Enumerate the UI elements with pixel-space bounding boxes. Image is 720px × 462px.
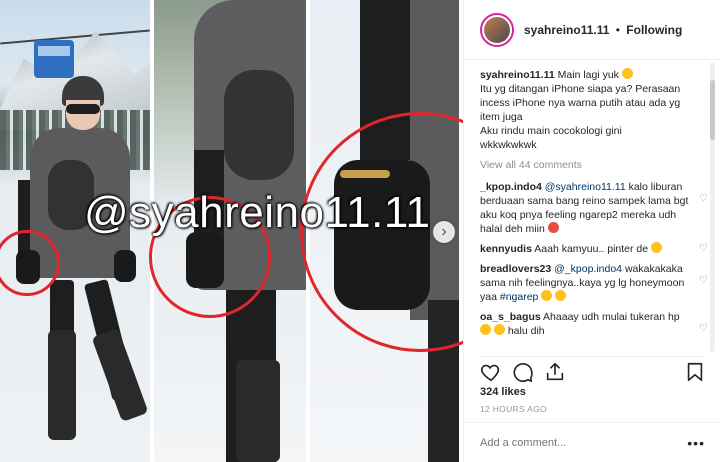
scrollbar-thumb[interactable]	[710, 80, 715, 140]
following-button[interactable]: Following	[626, 23, 682, 37]
action-bar	[480, 356, 706, 384]
comment-icon[interactable]	[512, 361, 534, 383]
like-comment-heart-icon[interactable]: ♡	[699, 322, 708, 336]
comment-item: kennyudis Aaah kamyuu.. pinter de ♡	[480, 242, 708, 256]
avatar[interactable]	[480, 12, 514, 47]
like-comment-heart-icon[interactable]: ♡	[699, 274, 708, 288]
comment-text: Aaah kamyuu.. pinter de	[534, 243, 649, 255]
caption-username[interactable]: syahreino11.11	[480, 69, 555, 81]
header-username[interactable]: syahreino11.11	[524, 23, 609, 37]
comment-username[interactable]: kennyudis	[480, 243, 532, 255]
grin-emoji-icon	[493, 324, 505, 335]
heart-icon[interactable]	[480, 361, 502, 383]
post-sidebar: syahreino11.11 • Following syahreino11.1…	[463, 0, 720, 462]
like-comment-heart-icon[interactable]: ♡	[699, 192, 708, 206]
heart-eyes-emoji-icon	[547, 222, 559, 233]
comments-list: syahreino11.11 Main lagi yuk Itu yg dita…	[480, 68, 708, 350]
post-timestamp: 12 HOURS AGO	[480, 404, 547, 414]
comment-username[interactable]: breadlovers23	[480, 263, 551, 275]
view-all-comments-link[interactable]: View all 44 comments	[480, 158, 708, 172]
comment-username[interactable]: _kpop.indo4	[480, 181, 542, 193]
photo-watermark: @syahreino11.11	[84, 188, 431, 237]
caption-text: incess iPhone nya warna putih atau ada y…	[480, 97, 681, 109]
caption-text: Main lagi yuk	[557, 69, 619, 81]
post-photo[interactable]: @syahreino11.11 ›	[0, 0, 463, 462]
chevron-right-icon: ›	[441, 223, 447, 240]
comment-hashtag[interactable]: #ngarep	[500, 291, 539, 303]
caption-text: wkkwkwkwk	[480, 139, 537, 151]
post-header: syahreino11.11 • Following	[464, 0, 720, 60]
comment-item: oa_s_bagus Ahaaay udh mulai tukeran hp h…	[480, 310, 708, 338]
laughing-emoji-icon	[621, 68, 633, 79]
add-comment-input[interactable]	[480, 436, 688, 449]
comment-item: breadlovers23 @_kpop.indo4 wakakakaka sa…	[480, 262, 708, 304]
tongue-emoji-icon	[651, 242, 663, 253]
comment-text: Ahaaay udh mulai tukeran hp	[543, 311, 680, 323]
comment-mention[interactable]: @_kpop.indo4	[554, 263, 622, 275]
header-separator: •	[615, 22, 620, 37]
next-photo-button[interactable]: ›	[433, 221, 455, 243]
comment-item: _kpop.indo4 @syahreino11.11 kalo liburan…	[480, 180, 708, 236]
like-comment-heart-icon[interactable]: ♡	[699, 242, 708, 256]
likes-count[interactable]: 324 likes	[480, 386, 526, 398]
caption: syahreino11.11 Main lagi yuk Itu yg dita…	[480, 68, 708, 152]
caption-text: Itu yg ditangan iPhone siapa ya? Perasaa…	[480, 83, 681, 95]
laughing-emoji-icon	[541, 290, 553, 301]
grin-emoji-icon	[480, 324, 491, 335]
caption-text: item juga	[480, 111, 523, 123]
comment-text: halu dih	[507, 325, 545, 337]
add-comment-bar: •••	[464, 422, 720, 462]
caption-text: Aku rindu main cocokologi gini	[480, 125, 622, 137]
more-options-icon[interactable]: •••	[687, 435, 705, 451]
laughing-emoji-icon	[555, 290, 567, 301]
bookmark-icon[interactable]	[684, 361, 706, 383]
comment-mention[interactable]: @syahreino11.11	[545, 181, 626, 193]
comments-scrollbar[interactable]	[710, 62, 715, 352]
share-icon[interactable]	[544, 361, 566, 383]
comment-username[interactable]: oa_s_bagus	[480, 311, 541, 323]
